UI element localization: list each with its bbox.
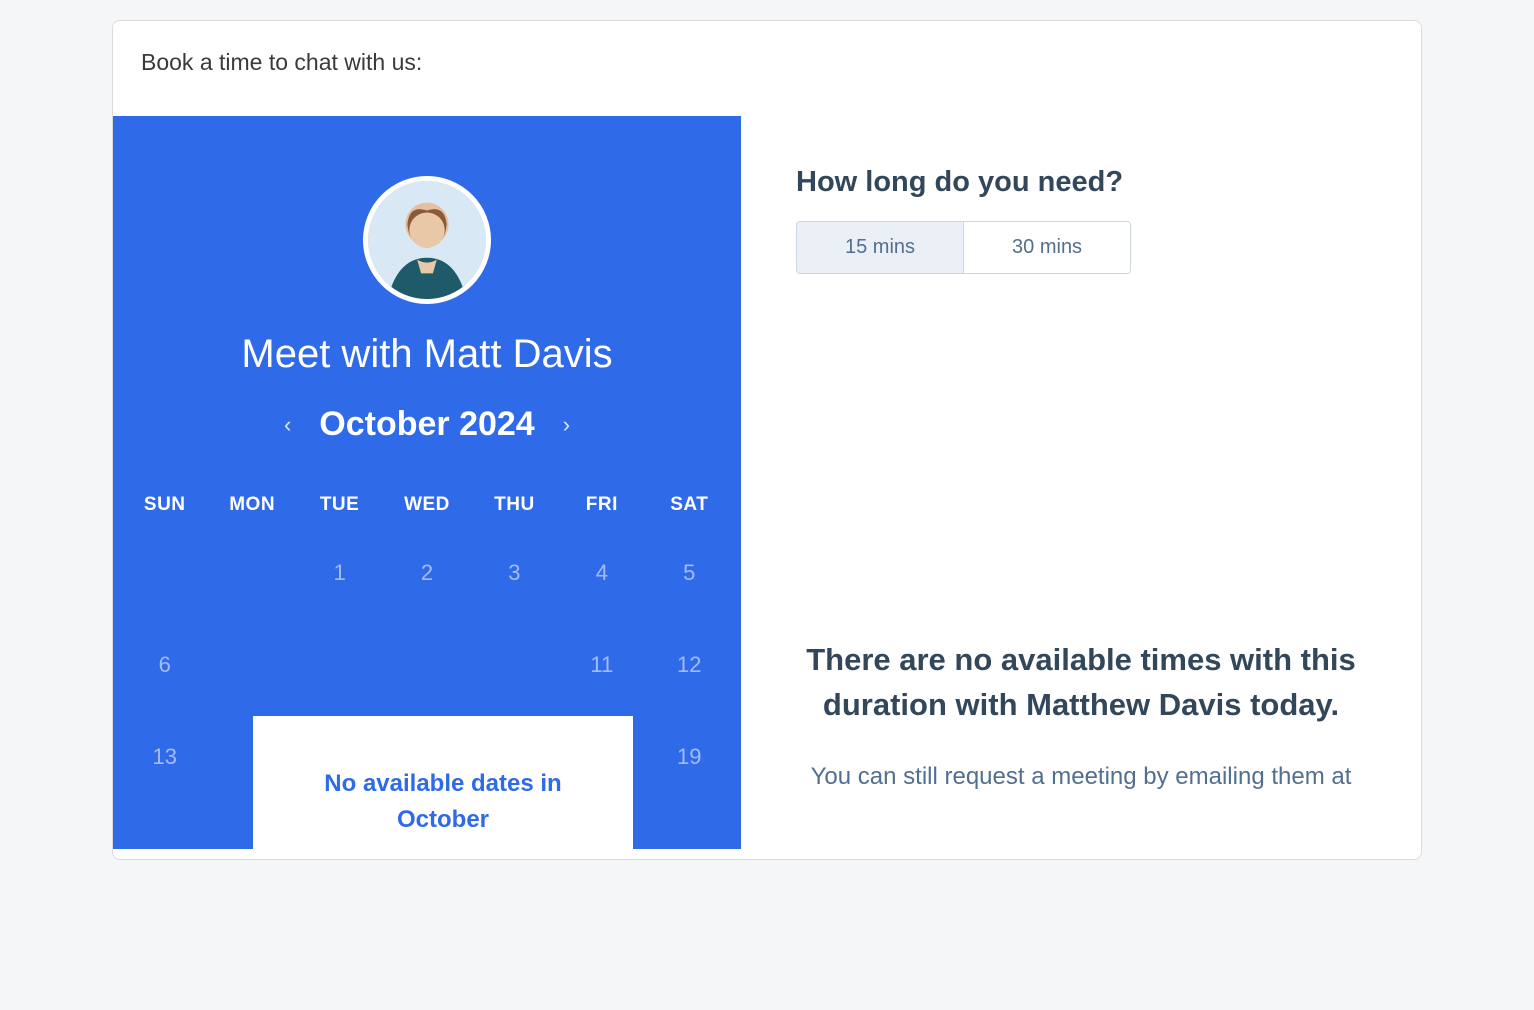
day-cell[interactable]: 11 <box>558 648 645 682</box>
dow-wed: WED <box>383 494 470 516</box>
day-cell <box>383 648 470 682</box>
day-cell[interactable]: 12 <box>646 648 733 682</box>
avatar <box>363 176 491 304</box>
no-dates-message: No available dates in October <box>324 770 561 833</box>
day-cell[interactable]: 19 <box>646 740 733 774</box>
day-cell <box>296 648 383 682</box>
avatar-wrap <box>113 176 741 304</box>
no-times-subtitle: You can still request a meeting by email… <box>804 758 1358 795</box>
calendar-panel: Meet with Matt Davis ‹ October 2024 › SU… <box>113 116 741 849</box>
duration-option-30[interactable]: 30 mins <box>963 222 1130 273</box>
prev-month-button[interactable]: ‹ <box>284 412 291 438</box>
dow-sat: SAT <box>646 494 733 516</box>
next-month-button[interactable]: › <box>563 412 570 438</box>
day-cell[interactable]: 2 <box>383 556 470 590</box>
duration-toggle: 15 mins 30 mins <box>796 221 1131 274</box>
dow-sun: SUN <box>121 494 208 516</box>
booking-card: Book a time to chat with us: Meet with M… <box>112 20 1422 860</box>
day-cell[interactable]: 6 <box>121 648 208 682</box>
avatar-placeholder-icon <box>368 181 486 299</box>
day-cell <box>208 556 295 590</box>
day-cell[interactable]: 4 <box>558 556 645 590</box>
card-title: Book a time to chat with us: <box>141 49 1393 76</box>
day-cell[interactable]: 13 <box>121 740 208 774</box>
duration-panel: How long do you need? 15 mins 30 mins Th… <box>741 116 1421 849</box>
day-cell <box>471 648 558 682</box>
card-header: Book a time to chat with us: <box>113 21 1421 116</box>
day-cell <box>121 556 208 590</box>
dow-fri: FRI <box>558 494 645 516</box>
day-cell <box>208 648 295 682</box>
day-cell[interactable]: 3 <box>471 556 558 590</box>
day-cell[interactable]: 1 <box>296 556 383 590</box>
no-times-title: There are no available times with this d… <box>804 638 1358 728</box>
no-times-block: There are no available times with this d… <box>796 638 1366 795</box>
day-of-week-row: SUN MON TUE WED THU FRI SAT <box>113 494 741 516</box>
duration-heading: How long do you need? <box>796 166 1366 199</box>
dow-tue: TUE <box>296 494 383 516</box>
dow-mon: MON <box>208 494 295 516</box>
day-cell[interactable]: 5 <box>646 556 733 590</box>
month-nav: ‹ October 2024 › <box>113 405 741 444</box>
meet-title: Meet with Matt Davis <box>113 332 741 377</box>
month-label: October 2024 <box>319 405 534 444</box>
duration-option-15[interactable]: 15 mins <box>797 222 963 273</box>
dow-thu: THU <box>471 494 558 516</box>
booking-widget: Meet with Matt Davis ‹ October 2024 › SU… <box>113 116 1421 849</box>
no-dates-popup: No available dates in October <box>253 716 633 849</box>
